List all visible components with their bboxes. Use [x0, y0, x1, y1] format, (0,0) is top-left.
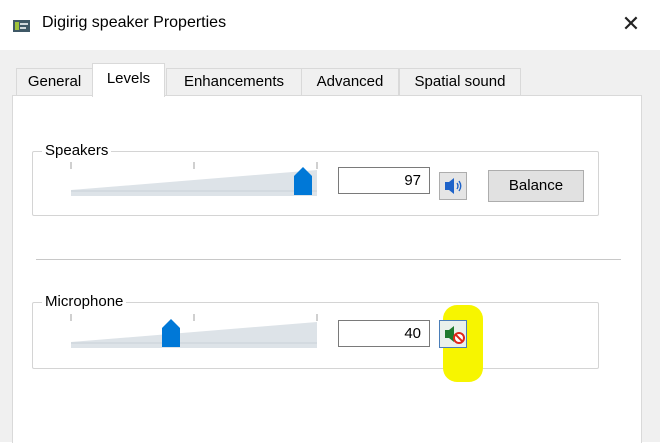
speaker-device-icon	[13, 19, 30, 32]
tab-levels[interactable]: Levels	[92, 63, 165, 97]
speakers-label: Speakers	[42, 142, 112, 159]
speaker-volume-icon	[445, 178, 462, 194]
speaker-muted-icon	[445, 326, 465, 344]
close-icon[interactable]: ✕	[616, 9, 646, 39]
microphone-slider-thumb[interactable]	[161, 319, 180, 347]
speakers-mute-button[interactable]	[439, 172, 467, 200]
microphone-level-field[interactable]: 40	[338, 320, 430, 347]
tab-spatial-sound[interactable]: Spatial sound	[399, 68, 521, 96]
tab-enhancements[interactable]: Enhancements	[166, 68, 302, 96]
speakers-slider-thumb[interactable]	[294, 167, 313, 195]
speakers-level-field[interactable]: 97	[338, 167, 430, 194]
microphone-mute-button[interactable]	[439, 320, 467, 348]
speakers-slider[interactable]	[69, 160, 319, 200]
speakers-slider-track	[70, 162, 318, 196]
microphone-slider-track	[70, 314, 318, 348]
balance-button[interactable]: Balance	[488, 170, 584, 202]
tab-general[interactable]: General	[16, 68, 93, 96]
microphone-slider[interactable]	[69, 312, 319, 352]
window-title: Digirig speaker Properties	[42, 14, 227, 31]
microphone-label: Microphone	[42, 293, 127, 310]
tab-advanced[interactable]: Advanced	[301, 68, 399, 96]
separator	[36, 259, 621, 260]
